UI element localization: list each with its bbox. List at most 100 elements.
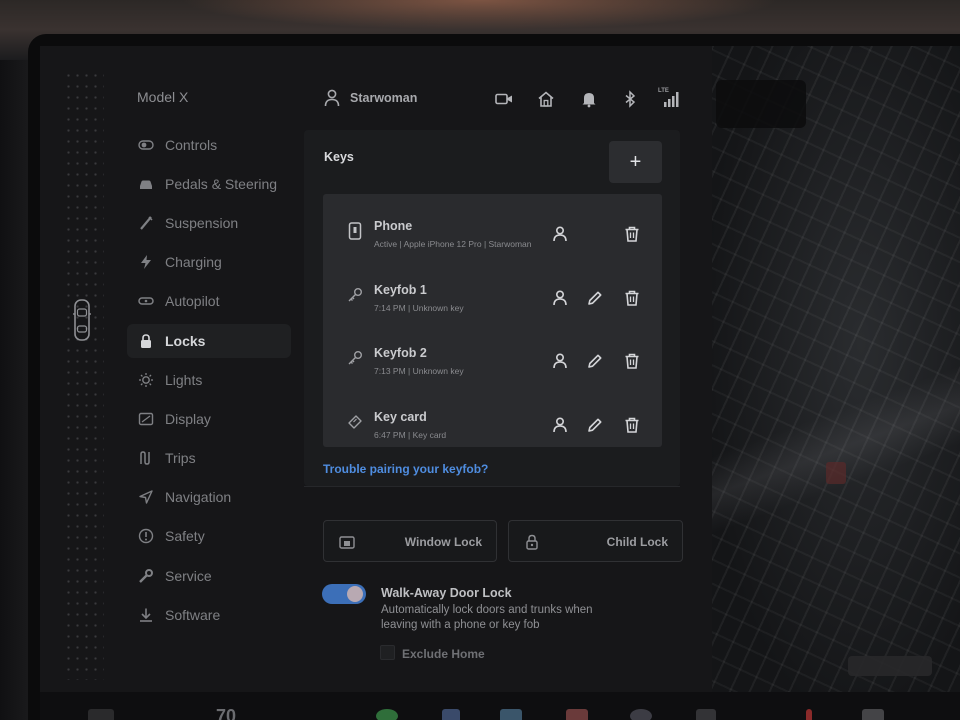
key-name: Phone: [374, 219, 413, 233]
key-detail: 7:14 PM | Unknown key: [374, 303, 464, 313]
key-name: Key card: [374, 410, 427, 424]
map-status-chip: [848, 656, 932, 676]
key-row-keyfob-1[interactable]: Keyfob 1 7:14 PM | Unknown key: [323, 264, 662, 324]
app-icon[interactable]: [696, 709, 716, 720]
dashcam-icon[interactable]: [495, 90, 513, 108]
camera-app-icon[interactable]: [630, 709, 652, 720]
sidebar-item-autopilot[interactable]: Autopilot: [127, 284, 291, 318]
toggle-icon: [137, 136, 155, 154]
key-name: Keyfob 1: [374, 283, 427, 297]
exclude-home-label[interactable]: Exclude Home: [402, 647, 485, 661]
walk-away-title: Walk-Away Door Lock: [381, 586, 512, 600]
sidebar-item-lights[interactable]: Lights: [127, 363, 291, 397]
sidebar-item-label: Service: [165, 568, 212, 584]
delete-key-icon[interactable]: [623, 289, 641, 307]
exclude-home-checkbox[interactable]: [380, 645, 395, 660]
key-row-key-card[interactable]: Key card 6:47 PM | Key card: [323, 391, 662, 451]
car-interior-edge: [0, 60, 30, 720]
sidebar-item-controls[interactable]: Controls: [127, 128, 291, 162]
lte-signal-icon[interactable]: [663, 90, 681, 108]
download-icon: [137, 606, 155, 624]
sidebar-item-label: Autopilot: [165, 293, 220, 309]
child-lock-button[interactable]: Child Lock: [508, 520, 683, 562]
key-row-phone[interactable]: Phone Active | Apple iPhone 12 Pro | Sta…: [323, 200, 662, 260]
trouble-pairing-link[interactable]: Trouble pairing your keyfob?: [323, 462, 488, 476]
home-icon[interactable]: [537, 90, 555, 108]
bluetooth-icon[interactable]: [621, 90, 639, 108]
sidebar-item-software[interactable]: Software: [127, 598, 291, 632]
sidebar-item-service[interactable]: Service: [127, 559, 291, 593]
delete-key-icon[interactable]: [623, 352, 641, 370]
map-overlay-card: [716, 80, 806, 128]
add-key-button[interactable]: +: [609, 141, 662, 183]
child-lock-icon: [526, 534, 538, 550]
bell-icon[interactable]: [580, 90, 598, 108]
edit-key-icon[interactable]: [586, 289, 604, 307]
ambient-light: [180, 0, 780, 30]
menu-icon[interactable]: [862, 709, 884, 720]
edit-key-icon[interactable]: [586, 416, 604, 434]
sidebar-item-locks[interactable]: Locks: [127, 324, 291, 358]
lightning-icon: [137, 253, 155, 271]
app-icon[interactable]: [566, 709, 588, 720]
sidebar-item-label: Pedals & Steering: [165, 176, 278, 192]
key-detail: 6:47 PM | Key card: [374, 430, 447, 440]
section-divider: [304, 486, 680, 487]
sidebar-item-label: Lights: [165, 372, 203, 388]
sidebar-item-label: Safety: [165, 528, 205, 544]
sidebar-item-charging[interactable]: Charging: [127, 245, 291, 279]
sidebar-item-pedals-steering[interactable]: Pedals & Steering: [127, 167, 291, 201]
window-lock-label: Window Lock: [404, 535, 482, 549]
app-icon[interactable]: [442, 709, 460, 720]
assign-driver-icon[interactable]: [551, 289, 569, 307]
navigation-arrow-icon: [137, 488, 155, 506]
assign-driver-icon[interactable]: [551, 352, 569, 370]
sidebar-item-label: Locks: [165, 333, 206, 349]
sun-icon: [137, 371, 155, 389]
window-lock-button[interactable]: Window Lock: [323, 520, 497, 562]
walk-away-door-lock-toggle[interactable]: [322, 584, 366, 604]
vehicle-model-name: Model X: [137, 89, 189, 105]
sidebar-item-navigation[interactable]: Navigation: [127, 480, 291, 514]
keys-title: Keys: [324, 150, 354, 164]
key-row-keyfob-2[interactable]: Keyfob 2 7:13 PM | Unknown key: [323, 327, 662, 387]
toggle-knob: [347, 586, 363, 602]
window-lock-icon: [339, 536, 355, 549]
lock-icon: [137, 332, 155, 350]
delete-key-icon[interactable]: [623, 416, 641, 434]
key-icon: [348, 351, 362, 365]
map-pin-icon: [826, 462, 846, 484]
assign-driver-icon[interactable]: [551, 225, 569, 243]
edit-key-icon[interactable]: [586, 352, 604, 370]
sidebar-item-display[interactable]: Display: [127, 402, 291, 436]
sidebar-item-trips[interactable]: Trips: [127, 441, 291, 475]
sidebar-item-label: Charging: [165, 254, 222, 270]
alert-circle-icon: [137, 527, 155, 545]
spotify-icon[interactable]: [376, 709, 398, 720]
key-card-icon: [348, 415, 362, 429]
sidebar-item-label: Navigation: [165, 489, 232, 505]
car-dock-icon[interactable]: [88, 709, 114, 720]
sidebar-item-safety[interactable]: Safety: [127, 519, 291, 553]
display-icon: [137, 410, 155, 428]
suspension-icon: [137, 214, 155, 232]
walk-away-description: Automatically lock doors and trunks when…: [381, 604, 593, 631]
app-icon[interactable]: [500, 709, 522, 720]
delete-key-icon[interactable]: [623, 225, 641, 243]
key-detail: Active | Apple iPhone 12 Pro | Starwoman: [374, 239, 532, 249]
volume-icon[interactable]: [806, 709, 812, 720]
profile-name[interactable]: Starwoman: [350, 91, 417, 105]
sidebar-item-label: Software: [165, 607, 221, 623]
user-icon[interactable]: [324, 89, 340, 107]
dot-rail: [64, 70, 104, 680]
assign-driver-icon[interactable]: [551, 416, 569, 434]
cabin-temperature[interactable]: 70: [216, 706, 236, 720]
sidebar-item-label: Suspension: [165, 215, 239, 231]
key-detail: 7:13 PM | Unknown key: [374, 366, 464, 376]
steering-wheel-icon: [137, 292, 155, 310]
car-top-view-icon[interactable]: [72, 298, 92, 342]
key-name: Keyfob 2: [374, 346, 427, 360]
key-icon: [348, 288, 362, 302]
phone-key-icon: [348, 222, 362, 240]
sidebar-item-suspension[interactable]: Suspension: [127, 206, 291, 240]
